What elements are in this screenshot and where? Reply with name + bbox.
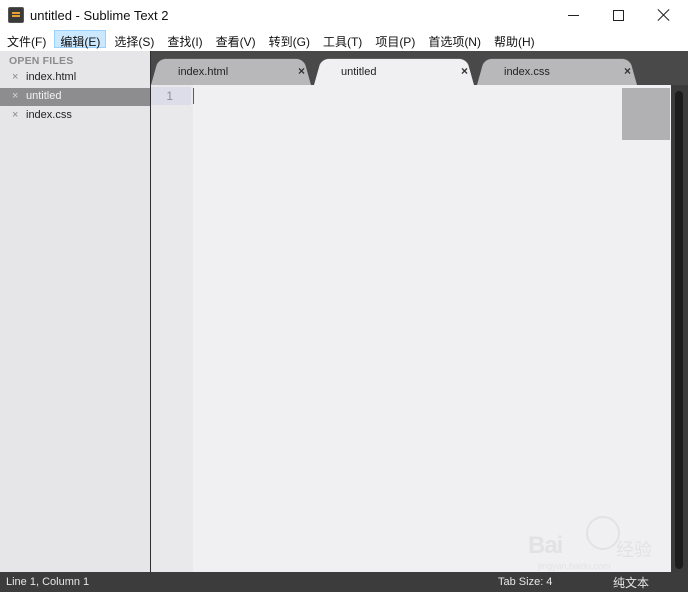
window-title: untitled - Sublime Text 2 [30, 8, 169, 23]
menu-project[interactable]: 项目(P) [370, 30, 420, 49]
text-cursor [193, 88, 194, 104]
menu-bar: 文件(F) 编辑(E) 选择(S) 查找(I) 查看(V) 转到(G) 工具(T… [0, 30, 688, 51]
sublime-app-icon [8, 7, 24, 23]
sidebar-file-index-html[interactable]: × index.html [0, 69, 150, 87]
sidebar-file-untitled[interactable]: × untitled [0, 88, 150, 106]
tab-untitled[interactable]: untitled × [314, 56, 474, 85]
tab-close-icon[interactable]: × [624, 64, 631, 78]
menu-tools[interactable]: 工具(T) [318, 30, 367, 49]
watermark-text: 经验 [616, 540, 652, 560]
sidebar: OPEN FILES × index.html × untitled × ind… [0, 51, 151, 572]
close-file-icon[interactable]: × [12, 109, 18, 121]
title-bar: untitled - Sublime Text 2 [0, 0, 688, 30]
line-number-gutter [151, 85, 193, 572]
close-file-icon[interactable]: × [12, 90, 18, 102]
syntax-indicator[interactable]: 纯文本 [613, 574, 649, 591]
menu-goto[interactable]: 转到(G) [264, 30, 315, 49]
menu-help[interactable]: 帮助(H) [489, 30, 540, 49]
close-file-icon[interactable]: × [12, 71, 18, 83]
menu-preferences[interactable]: 首选项(N) [423, 30, 486, 49]
tab-index-html[interactable]: index.html × [151, 56, 311, 85]
minimize-icon [567, 14, 579, 16]
tab-label: index.html [178, 66, 229, 78]
sidebar-file-label: untitled [26, 90, 62, 102]
close-window-button[interactable] [641, 0, 687, 30]
minimize-button[interactable] [550, 0, 596, 30]
sidebar-file-label: index.css [26, 109, 72, 121]
sidebar-file-index-css[interactable]: × index.css [0, 107, 150, 125]
menu-file[interactable]: 文件(F) [2, 30, 51, 49]
menu-edit[interactable]: 编辑(E) [54, 30, 107, 49]
maximize-icon [612, 9, 624, 21]
line-number: 1 [166, 89, 173, 103]
maximize-button[interactable] [595, 0, 641, 30]
editor-text-area[interactable] [193, 85, 671, 572]
tab-size-indicator[interactable]: Tab Size: 4 [498, 576, 552, 588]
watermark-url: jingyan.baidu.com [538, 561, 611, 571]
status-bar: Line 1, Column 1 Tab Size: 4 纯文本 [0, 572, 688, 592]
tab-label: index.css [504, 66, 550, 78]
open-files-header: OPEN FILES [9, 55, 74, 67]
scrollbar-thumb[interactable] [675, 91, 683, 569]
tab-index-css[interactable]: index.css × [477, 56, 637, 85]
tab-close-icon[interactable]: × [461, 64, 468, 78]
tab-close-icon[interactable]: × [298, 64, 305, 78]
menu-find[interactable]: 查找(I) [162, 30, 207, 49]
tab-bar: index.html × index.css × untitled × [151, 51, 688, 85]
watermark-logo: Bai [528, 532, 563, 559]
cursor-position: Line 1, Column 1 [6, 576, 90, 588]
menu-view[interactable]: 查看(V) [211, 30, 261, 49]
tab-label: untitled [341, 66, 377, 78]
menu-selection[interactable]: 选择(S) [109, 30, 159, 49]
paw-icon [586, 516, 620, 550]
sidebar-file-label: index.html [26, 71, 77, 83]
minimap-viewport[interactable] [622, 88, 670, 140]
baidu-watermark: Bai 经验 jingyan.baidu.com [528, 516, 658, 572]
close-icon [657, 8, 671, 22]
